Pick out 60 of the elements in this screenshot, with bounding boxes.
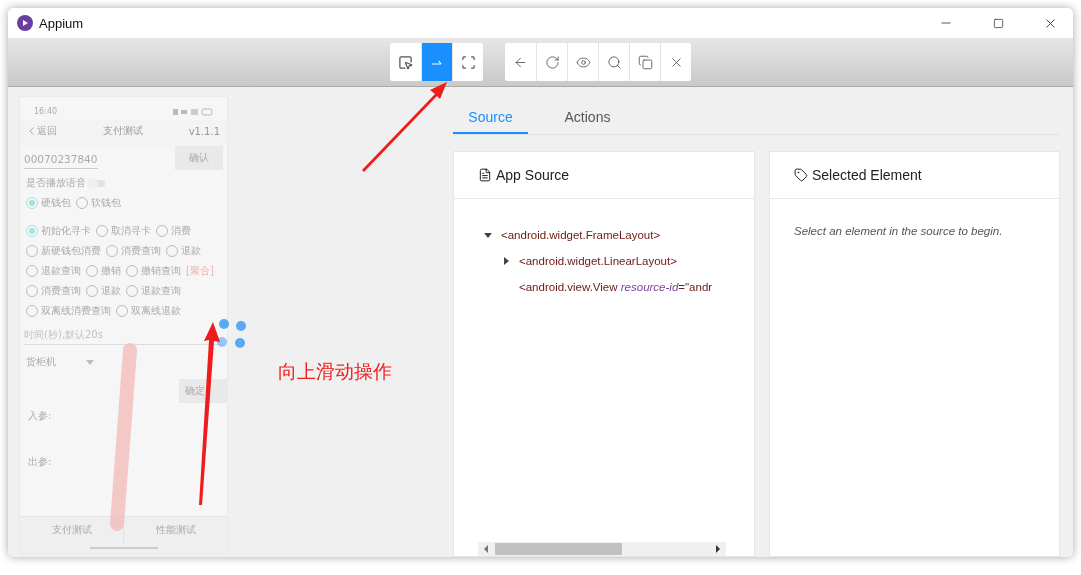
empty-hint: Select an element in the source to begin.	[793, 224, 1004, 237]
copy-icon	[637, 54, 653, 70]
radio-label: 退款	[181, 244, 201, 258]
maximize-icon	[992, 17, 1004, 29]
radio-label: 双离线消费查询	[41, 304, 111, 318]
annotation-text: 向上滑动操作	[278, 359, 392, 384]
status-icons	[173, 107, 213, 116]
status-time: 16:40	[34, 107, 58, 116]
device-back-link[interactable]: 返回	[37, 124, 57, 138]
radio-label: 消费查询	[41, 284, 81, 298]
tag-icon	[794, 168, 808, 182]
tap-area-icon	[460, 54, 476, 70]
confirm-button[interactable]: 确认	[175, 146, 223, 170]
radio-label: 消费查询	[121, 244, 161, 258]
horizontal-scrollbar[interactable]	[478, 542, 726, 556]
refresh-icon	[544, 54, 560, 70]
device-type-select[interactable]: 货柜机	[26, 355, 56, 369]
search-icon	[606, 54, 622, 70]
chevron-left-icon[interactable]	[29, 127, 34, 135]
app-logo-icon	[17, 15, 33, 31]
panel-title: Selected Element	[812, 167, 922, 183]
radio-label: 取消寻卡	[111, 224, 151, 238]
radio-label: 退款查询	[141, 284, 181, 298]
select-icon	[398, 54, 413, 70]
radio-label: 撤销	[101, 264, 121, 278]
tree-caret-icon[interactable]	[484, 231, 492, 239]
tree-node-text[interactable]: <android.widget.FrameLayout>	[501, 229, 661, 241]
radio-label: 硬钱包	[41, 196, 71, 210]
submit-button[interactable]: 确定	[179, 379, 227, 403]
tree-node-text[interactable]: <android.view.View resource-id="andr	[519, 281, 713, 293]
card-number-field[interactable]: 00070237840	[24, 147, 98, 169]
radio-label: 撤销查询	[141, 264, 181, 278]
dropdown-caret-icon[interactable]	[86, 359, 94, 365]
output-params-label: 出参:	[27, 455, 53, 469]
voice-label: 是否播放语音	[26, 176, 86, 190]
radio-label: 初始化寻卡	[41, 224, 91, 238]
radio-label: 新硬钱包消费	[41, 244, 101, 258]
radio-label: 软钱包	[91, 196, 121, 210]
window-title: Appium	[39, 15, 85, 31]
mode-button[interactable]	[421, 43, 452, 81]
device-version: v1.1.1	[188, 125, 220, 137]
touch-dots	[217, 319, 246, 348]
tag-label: [聚合]	[186, 264, 214, 278]
tab[interactable]: Actions	[550, 103, 625, 134]
radio-label: 双离线退款	[131, 304, 181, 318]
panel-title: App Source	[496, 167, 570, 183]
tree-node-text[interactable]: <android.widget.LinearLayout>	[519, 255, 677, 267]
eye-icon	[575, 54, 591, 70]
tab[interactable]: Source	[453, 103, 528, 134]
arrow-left-icon	[513, 54, 528, 70]
radio-label: 退款	[101, 284, 121, 298]
close-session-button[interactable]	[660, 43, 691, 81]
radio-label: 退款查询	[41, 264, 81, 278]
radio-label: 消费	[171, 224, 191, 238]
mode-button[interactable]	[452, 43, 483, 81]
home-indicator	[89, 547, 158, 549]
input-params-label: 入参:	[27, 409, 53, 423]
file-icon	[478, 168, 492, 182]
tree-caret-icon[interactable]	[502, 257, 510, 265]
device-title: 支付测试	[102, 124, 143, 138]
